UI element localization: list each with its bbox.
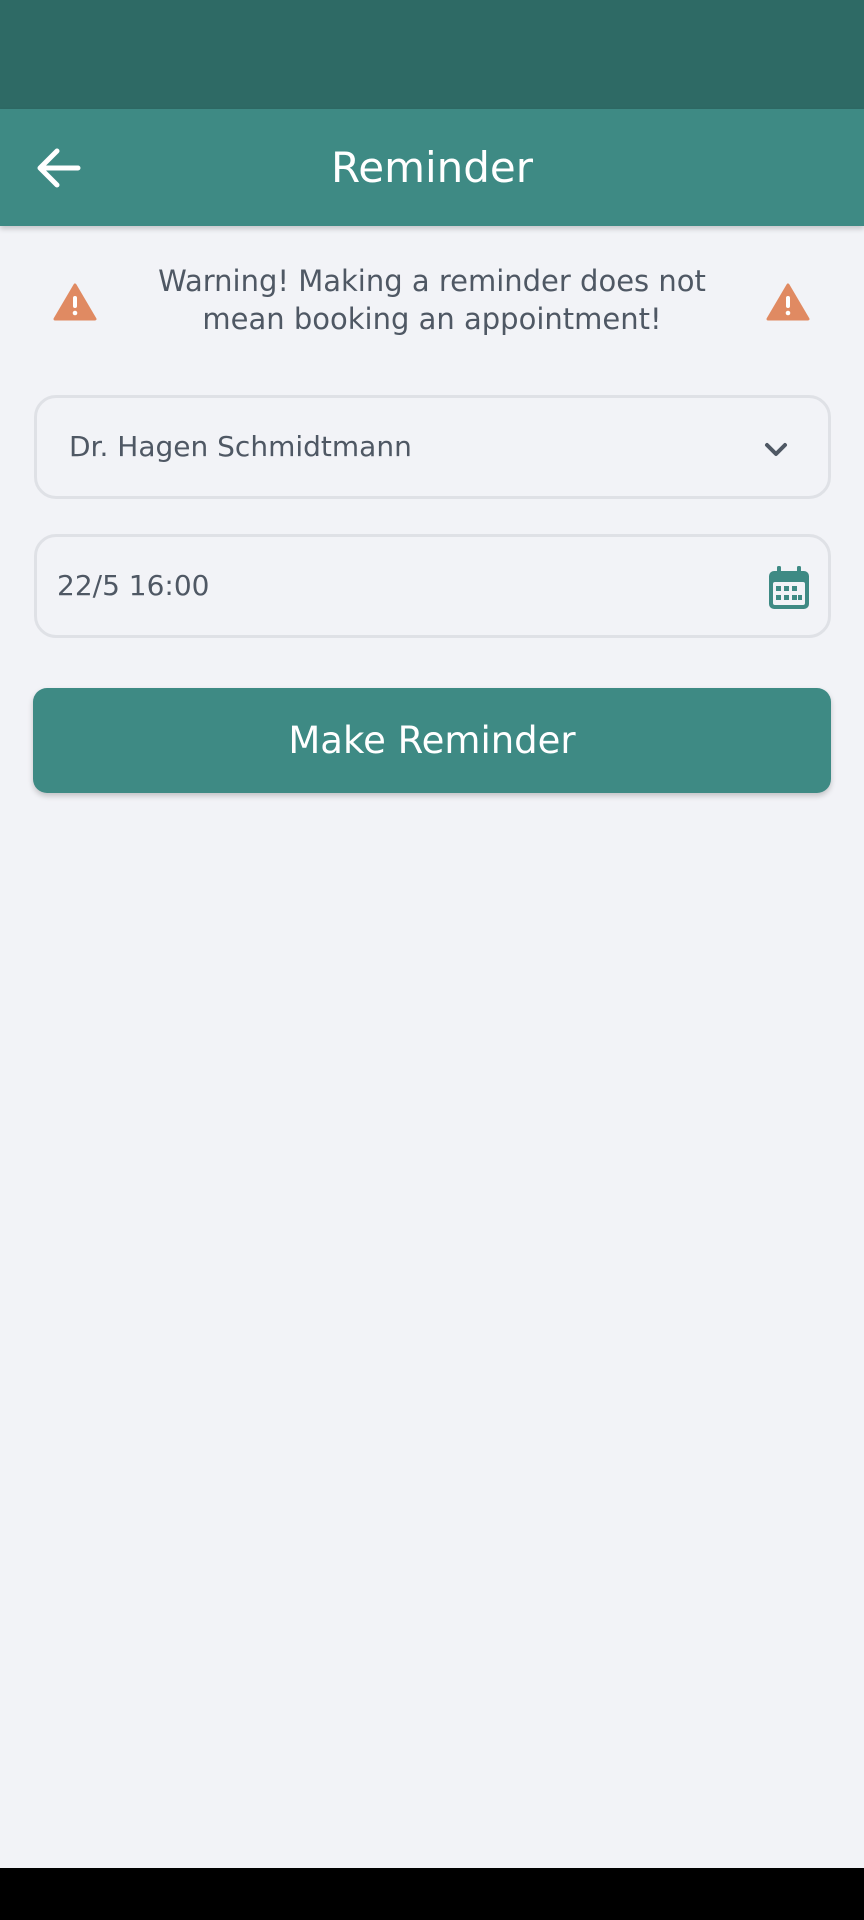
doctor-select[interactable]: Dr. Hagen Schmidtmann [34, 395, 831, 499]
status-bar [0, 0, 864, 109]
doctor-select-value: Dr. Hagen Schmidtmann [69, 430, 412, 463]
back-button[interactable] [28, 139, 88, 197]
chevron-down-icon [765, 443, 787, 456]
warning-triangle-icon [53, 283, 97, 321]
make-reminder-button[interactable]: Make Reminder [33, 688, 831, 793]
datetime-field[interactable]: 22/5 16:00 [34, 534, 831, 638]
warning-banner: Warning! Making a reminder does not mean… [0, 258, 864, 350]
arrow-left-icon [37, 148, 81, 188]
warning-text: Warning! Making a reminder does not mean… [158, 264, 706, 336]
app-bar: Reminder [0, 109, 864, 226]
calendar-icon[interactable] [767, 565, 811, 611]
page-title: Reminder [330, 143, 534, 192]
datetime-value: 22/5 16:00 [57, 569, 210, 602]
navigation-bar [0, 1868, 864, 1920]
warning-triangle-icon [766, 283, 810, 321]
